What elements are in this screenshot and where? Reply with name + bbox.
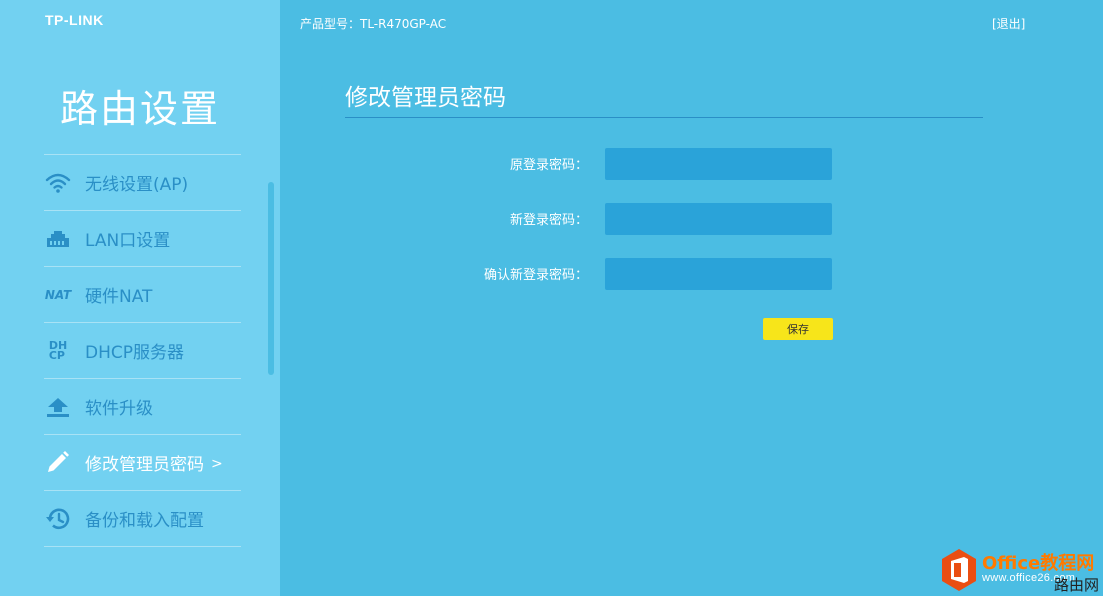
office-logo-icon [942, 549, 976, 591]
sidebar-item-dhcp[interactable]: DH CP DHCP服务器 [44, 323, 241, 379]
sidebar-item-backup[interactable]: 备份和载入配置 [44, 491, 241, 547]
sidebar-scrollbar[interactable] [268, 182, 274, 375]
sidebar-item-label: 无线设置(AP) [85, 175, 189, 195]
save-button[interactable]: 保存 [763, 318, 833, 340]
new-password-label: 新登录密码： [509, 213, 588, 228]
upload-icon [44, 394, 72, 420]
sidebar-item-nat[interactable]: NAT 硬件NAT [44, 267, 241, 323]
sidebar-item-wireless[interactable]: 无线设置(AP) [44, 155, 241, 211]
sidebar-item-label: 备份和载入配置 [85, 511, 204, 531]
confirm-password-label: 确认新登录密码： [483, 268, 588, 283]
chevron-right-icon: > [211, 456, 223, 472]
new-password-input[interactable] [605, 203, 832, 235]
tplink-logo: TP-LINK [45, 12, 104, 28]
nat-icon-text: NAT [44, 287, 72, 302]
product-model: 产品型号：TL-R470GP-AC [300, 17, 447, 31]
router-admin-page: TP-LINK 路由设置 无线设置(AP) LAN口设置 NAT 硬件NAT D… [0, 0, 1103, 596]
sidebar-item-upgrade[interactable]: 软件升级 [44, 379, 241, 435]
dhcp-icon-bottom: CP [48, 348, 65, 362]
lan-port-icon [44, 226, 72, 252]
logout-link[interactable]: [退出] [992, 15, 1025, 32]
sidebar-item-label: DHCP服务器 [85, 343, 184, 363]
sidebar-item-lan[interactable]: LAN口设置 [44, 211, 241, 267]
old-password-label: 原登录密码： [509, 158, 588, 173]
title-divider [345, 117, 983, 118]
sidebar-item-admin-password[interactable]: 修改管理员密码 > [44, 435, 241, 491]
old-password-input[interactable] [605, 148, 832, 180]
confirm-password-input[interactable] [605, 258, 832, 290]
nat-icon: NAT [44, 282, 72, 308]
sidebar-title: 路由设置 [60, 87, 221, 131]
sidebar-menu: 无线设置(AP) LAN口设置 NAT 硬件NAT DH CP DHCP服务器 … [44, 154, 241, 547]
pencil-icon [44, 450, 72, 476]
sidebar-item-label: 硬件NAT [85, 287, 153, 307]
wifi-icon [44, 170, 72, 196]
dhcp-icon: DH CP [44, 338, 72, 364]
sidebar: TP-LINK 路由设置 无线设置(AP) LAN口设置 NAT 硬件NAT D… [0, 0, 280, 596]
sidebar-item-label: LAN口设置 [85, 231, 171, 251]
history-icon [44, 506, 72, 532]
watermark: Office教程网 www.office26.com 路由网 [938, 546, 1103, 596]
sidebar-item-label: 修改管理员密码 [85, 455, 204, 475]
watermark-site: 路由网 [1053, 576, 1099, 594]
page-title: 修改管理员密码 [345, 85, 506, 111]
sidebar-item-label: 软件升级 [85, 399, 153, 419]
